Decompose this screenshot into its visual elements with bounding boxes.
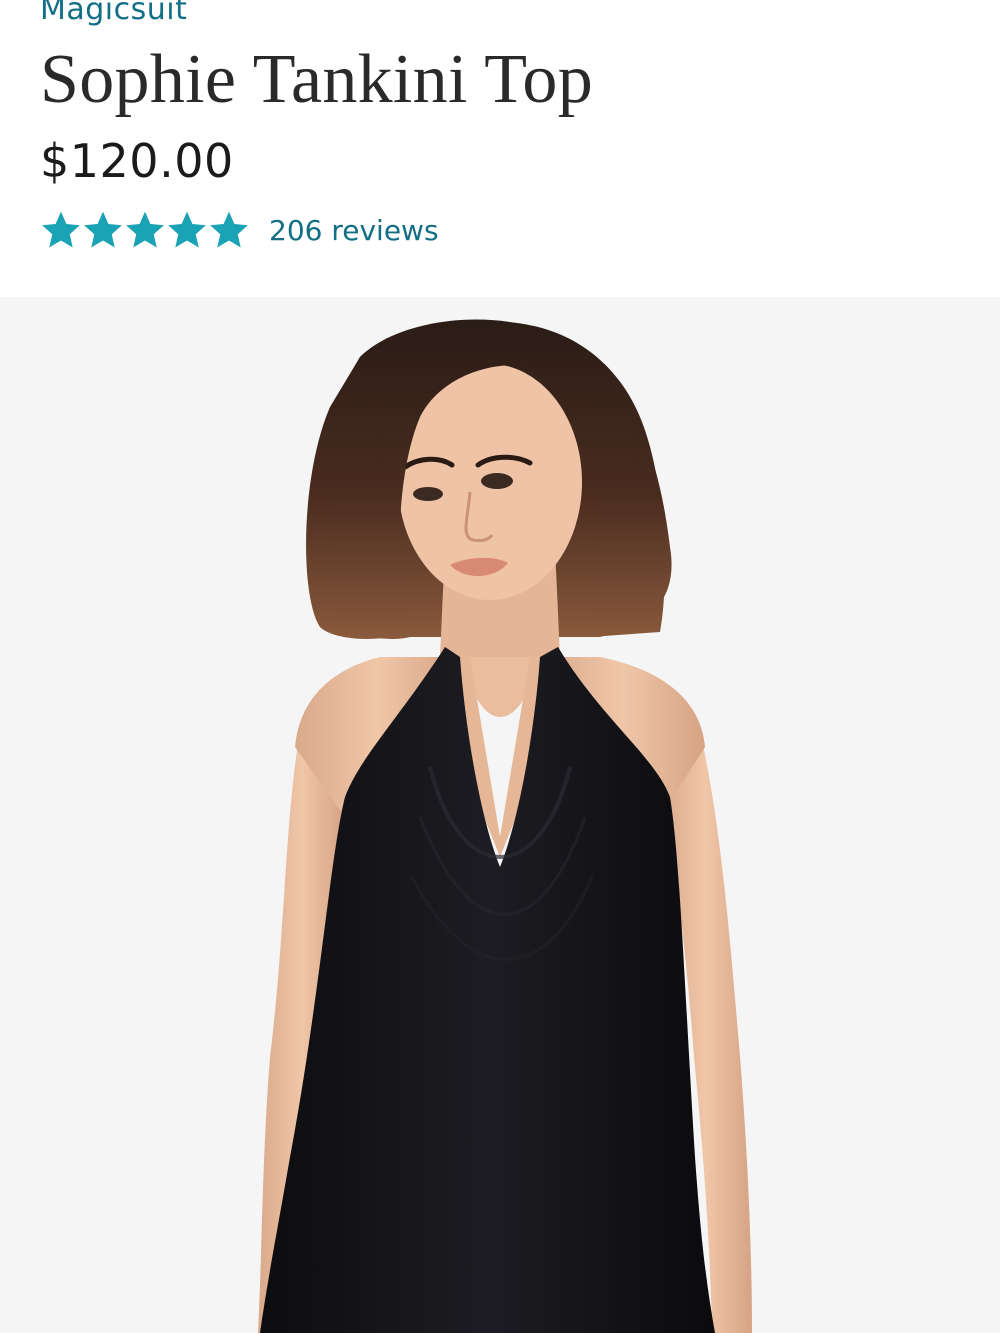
product-image[interactable]: [0, 297, 1000, 1333]
star-icon: [126, 211, 164, 248]
star-icon: [210, 211, 248, 248]
star-rating: [40, 209, 250, 251]
reviews-link[interactable]: 206 reviews: [269, 214, 439, 247]
rating-summary[interactable]: 206 reviews: [40, 207, 439, 253]
star-icon: [84, 211, 122, 248]
product-header: Magicsuit Sophie Tankini Top $120.00 206…: [0, 0, 1000, 297]
star-icon: [42, 211, 80, 248]
product-title: Sophie Tankini Top: [40, 41, 594, 118]
model-illustration: [258, 319, 752, 1333]
product-price: $120.00: [40, 134, 234, 188]
star-icon: [168, 211, 206, 248]
brand-link[interactable]: Magicsuit: [40, 0, 187, 27]
